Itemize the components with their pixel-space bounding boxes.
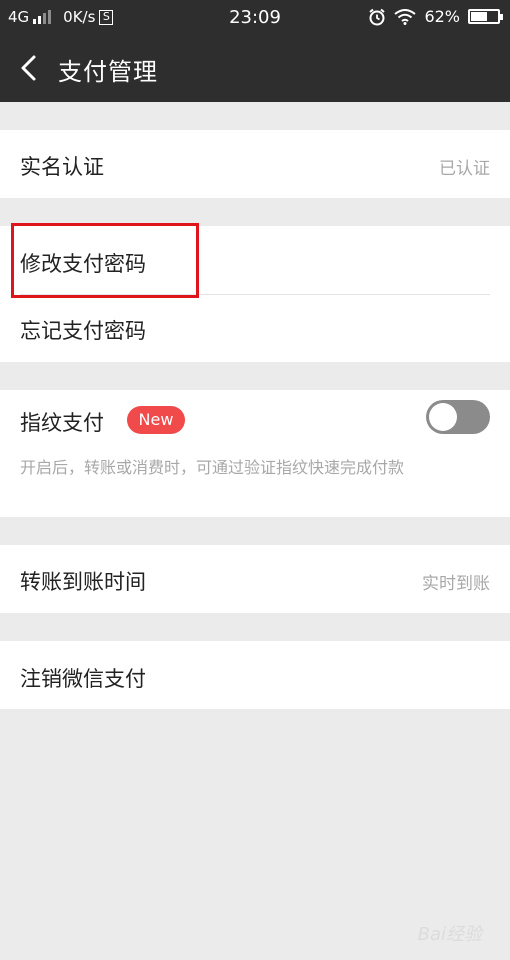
transfer-time-row[interactable]: 转账到账时间 实时到账 bbox=[0, 545, 510, 613]
new-badge: New bbox=[127, 406, 185, 434]
page-title: 支付管理 bbox=[58, 58, 158, 86]
close-pay-row[interactable]: 注销微信支付 bbox=[0, 641, 510, 709]
highlight-box bbox=[11, 223, 199, 298]
forgot-password-label: 忘记支付密码 bbox=[20, 319, 146, 343]
fingerprint-description: 开启后，转账或消费时，可通过验证指纹快速完成付款 bbox=[20, 458, 405, 477]
transfer-time-label: 转账到账时间 bbox=[20, 570, 146, 594]
fingerprint-toggle[interactable] bbox=[426, 400, 490, 434]
battery-icon bbox=[468, 9, 503, 24]
watermark: Bai经验 bbox=[417, 924, 482, 945]
real-name-row[interactable]: 实名认证 已认证 bbox=[0, 130, 510, 198]
forgot-password-row[interactable]: 忘记支付密码 bbox=[0, 295, 510, 362]
alarm-icon bbox=[369, 8, 386, 25]
fingerprint-label: 指纹支付 bbox=[20, 411, 104, 435]
real-name-label: 实名认证 bbox=[20, 155, 104, 179]
top-bar: 4G 0K/s S 23:09 62% 支付管理 bbox=[0, 0, 510, 102]
battery-percent: 62% bbox=[424, 7, 460, 26]
close-pay-label: 注销微信支付 bbox=[20, 667, 146, 691]
chevron-left-icon[interactable] bbox=[14, 52, 46, 84]
transfer-time-value: 实时到账 bbox=[422, 574, 490, 594]
nav-bar: 支付管理 bbox=[0, 40, 510, 102]
wifi-icon bbox=[394, 8, 417, 25]
status-right: 62% bbox=[368, 7, 503, 26]
battery-level bbox=[471, 12, 487, 21]
status-bar: 4G 0K/s S 23:09 62% bbox=[0, 0, 510, 36]
real-name-status: 已认证 bbox=[439, 159, 490, 179]
toggle-knob bbox=[429, 403, 457, 431]
